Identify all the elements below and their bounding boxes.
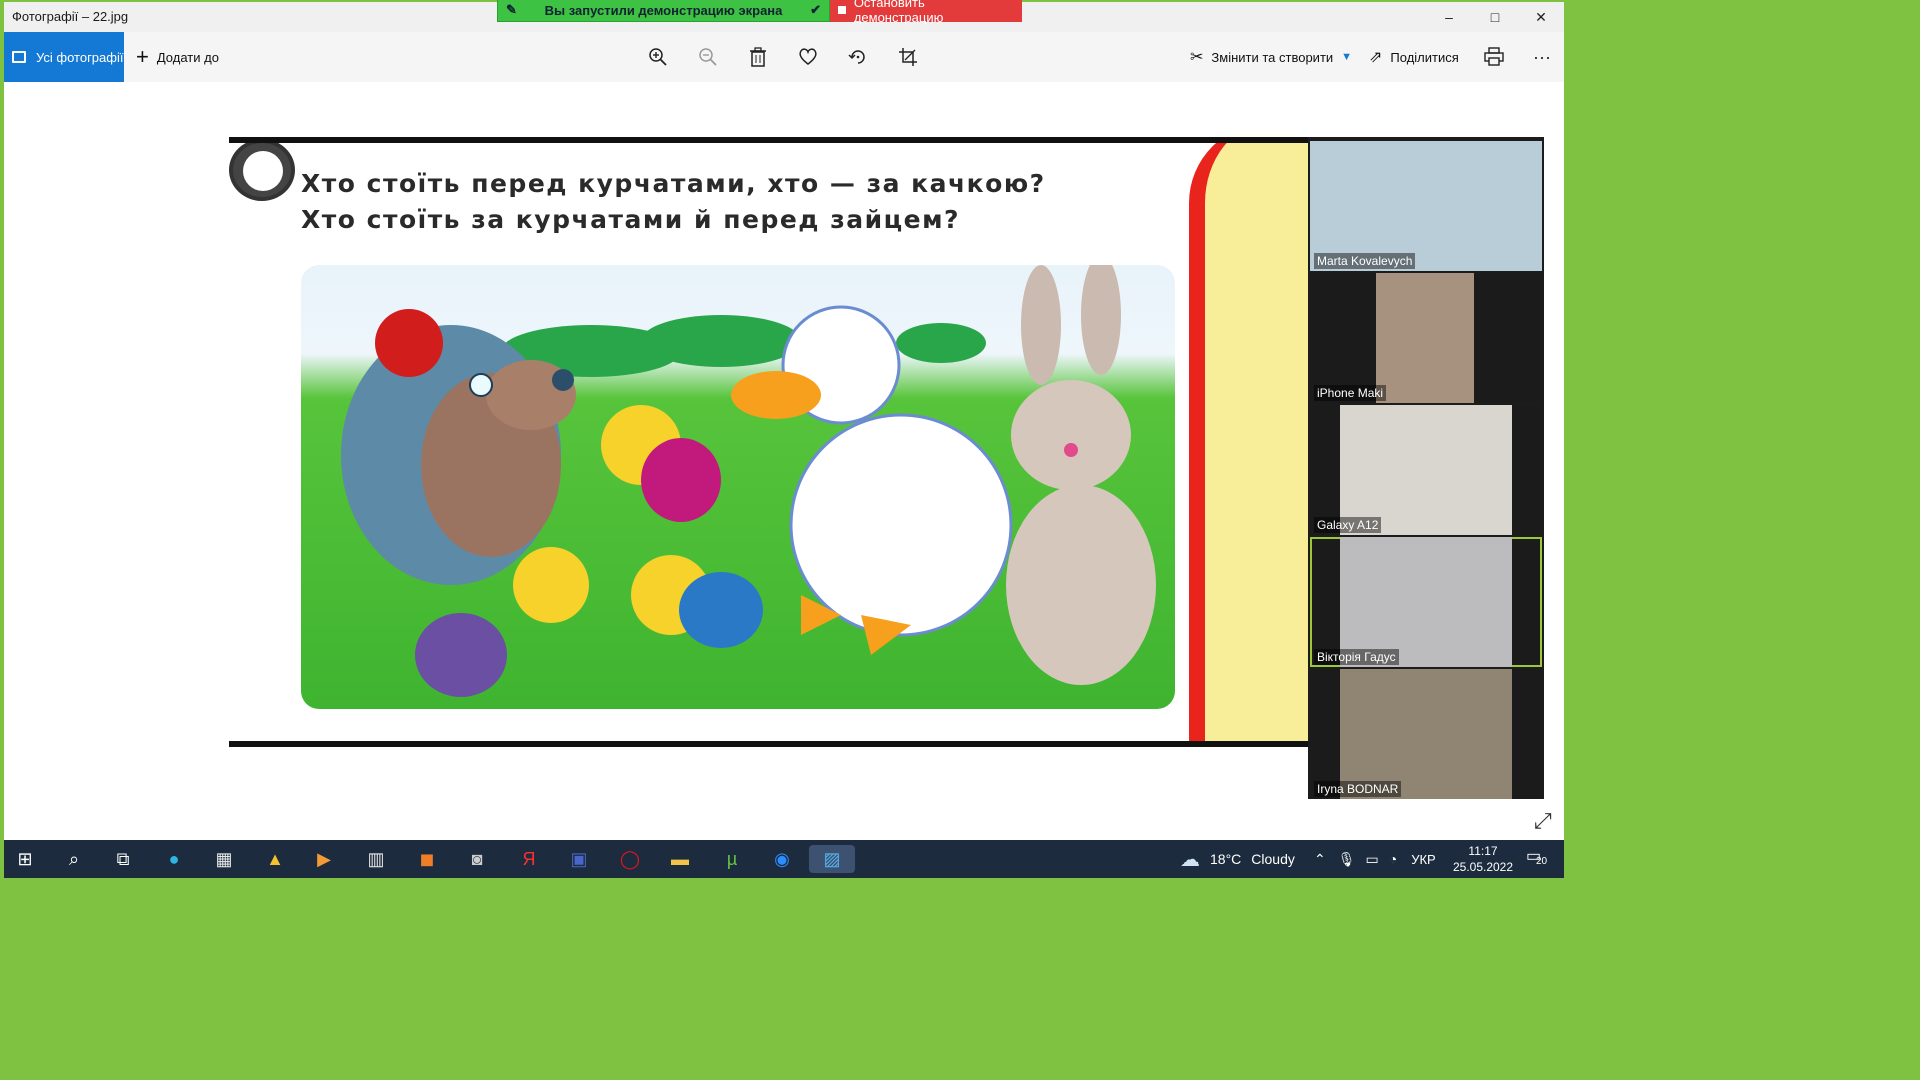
media-player-icon[interactable]: ▶ — [309, 845, 339, 873]
decorative-stripe — [1189, 143, 1309, 741]
pdf-icon[interactable]: ◼ — [412, 845, 442, 873]
screen-share-banner: ✎ Вы запустили демонстрацию экрана ✔ Ост… — [497, 0, 1022, 25]
illustration-scene — [301, 255, 1175, 709]
chevron-up-icon[interactable]: ⌃ — [1314, 851, 1326, 868]
notification-count: 20 — [1536, 856, 1548, 867]
more-options-button[interactable]: ··· — [1530, 45, 1554, 69]
minimize-button[interactable]: – — [1426, 2, 1472, 32]
participant-name: Iryna BODNAR — [1314, 781, 1402, 797]
wifi-icon[interactable]: ◔ — [1389, 851, 1397, 867]
share-status-text: Вы запустили демонстрацию экрана — [544, 2, 783, 18]
rabbit-figure — [1006, 255, 1156, 685]
participant-video — [1340, 537, 1512, 667]
edit-create-icon: ✂ — [1190, 49, 1204, 66]
participant-video — [1376, 273, 1474, 403]
video-editor-icon[interactable]: ▥ — [361, 845, 391, 873]
clock[interactable]: 11:17 25.05.2022 — [1444, 843, 1522, 875]
delete-icon[interactable] — [746, 45, 770, 69]
task-view-icon[interactable]: ⧉ — [108, 845, 138, 873]
participant-tile[interactable]: Galaxy A12 — [1310, 405, 1542, 535]
participant-video — [1310, 141, 1542, 271]
participant-name: Galaxy A12 — [1314, 517, 1382, 533]
zoom-icon[interactable]: ◉ — [767, 845, 797, 873]
photo-icon — [12, 51, 26, 63]
share-label: Поділитися — [1390, 49, 1459, 65]
clock-date: 25.05.2022 — [1452, 860, 1514, 874]
weather-widget[interactable]: ☁ 18°C Cloudy — [1180, 840, 1295, 878]
maximize-button[interactable]: □ — [1472, 2, 1518, 32]
participant-tile[interactable]: Вікторія Гадус — [1310, 537, 1542, 667]
participant-tile[interactable]: Iryna BODNAR — [1310, 669, 1542, 799]
stop-share-label: Остановить демонстрацию — [853, 0, 944, 25]
crop-icon[interactable] — [896, 45, 920, 69]
share-icon: ⇗ — [1369, 49, 1383, 66]
folder-icon[interactable]: ▬ — [665, 845, 695, 873]
utorrent-icon[interactable]: µ — [717, 845, 747, 873]
heart-icon[interactable] — [796, 45, 820, 69]
displayed-photo: Хто стоїть перед курчатами, хто — за кач… — [229, 137, 1309, 747]
weather-temp: 18°C — [1210, 851, 1242, 867]
participant-name: Вікторія Гадус — [1314, 649, 1399, 665]
save-icon[interactable]: ▣ — [564, 845, 594, 873]
zoom-out-icon[interactable] — [696, 45, 720, 69]
add-to-label: Додати до — [156, 49, 219, 65]
expand-icon[interactable]: ⤢ — [1534, 808, 1552, 834]
opera-icon[interactable]: ◯ — [615, 845, 645, 873]
plus-icon: + — [136, 44, 149, 69]
photos-app-icon[interactable]: ▨ — [809, 845, 855, 873]
stop-icon — [838, 6, 846, 14]
print-icon[interactable] — [1482, 45, 1506, 69]
add-to-button[interactable]: + Додати до — [136, 32, 219, 82]
chevron-down-icon: ▼ — [1341, 51, 1353, 63]
participant-name: iPhone Maki — [1314, 385, 1387, 401]
participant-video — [1340, 405, 1512, 535]
camera-app-icon[interactable]: ◙ — [462, 845, 492, 873]
edit-create-button[interactable]: ✂ Змінити та створити ▼ — [1190, 32, 1352, 82]
search-icon[interactable]: ⌕ — [59, 845, 89, 873]
cloud-icon: ☁ — [1180, 848, 1200, 871]
all-photos-label: Усі фотографії — [36, 49, 124, 65]
language-indicator[interactable]: УКР — [1411, 852, 1436, 867]
zoom-in-icon[interactable] — [646, 45, 670, 69]
notification-icon[interactable]: ▭ 20 — [1526, 846, 1547, 867]
participant-tile[interactable]: iPhone Maki — [1310, 273, 1542, 403]
stop-share-button[interactable]: Остановить демонстрацию — [830, 0, 1022, 25]
yandex-icon[interactable]: Я — [514, 845, 544, 873]
edit-create-label: Змінити та створити — [1211, 49, 1334, 65]
photo-toolbar: Усі фотографії + Додати до ✂ Змінити та … — [4, 32, 1564, 82]
system-tray: ⌃ 🎙 ▭ ◔ УКР — [1314, 840, 1436, 878]
shield-icon: ✔ — [810, 2, 821, 17]
clock-time: 11:17 — [1468, 844, 1498, 858]
participants-panel: Marta Kovalevych iPhone Maki Galaxy A12 … — [1308, 137, 1544, 799]
question-line-2: Хто стоїть за курчатами й перед зайцем? — [301, 205, 961, 234]
app-icon[interactable]: ▲ — [260, 845, 290, 873]
book-logo — [229, 143, 295, 201]
all-photos-button[interactable]: Усі фотографії — [4, 32, 124, 82]
weather-text: Cloudy — [1251, 851, 1295, 867]
question-line-1: Хто стоїть перед курчатами, хто — за кач… — [301, 169, 1046, 198]
share-status: ✎ Вы запустили демонстрацию экрана ✔ — [497, 0, 830, 22]
microphone-icon[interactable]: 🎙 — [1338, 851, 1356, 868]
windows-taskbar: ⊞ ⌕ ⧉ ● ▦ ▲ ▶ ▥ ◼ ◙ Я ▣ ◯ ▬ µ ◉ ▨ ☁ 18°C… — [4, 840, 1564, 878]
close-button[interactable]: ✕ — [1518, 2, 1564, 32]
share-button[interactable]: ⇗ Поділитися — [1369, 32, 1459, 82]
edge-icon[interactable]: ● — [159, 845, 189, 873]
participant-name: Marta Kovalevych — [1314, 253, 1416, 269]
battery-icon[interactable]: ▭ — [1366, 851, 1379, 868]
window-title: Фотографії – 22.jpg — [12, 9, 129, 24]
participant-tile[interactable]: Marta Kovalevych — [1310, 141, 1542, 271]
pin-icon: ✎ — [506, 2, 517, 17]
windows-start-icon[interactable]: ⊞ — [10, 845, 40, 873]
participant-video — [1340, 669, 1512, 799]
store-icon[interactable]: ▦ — [209, 845, 239, 873]
rotate-icon[interactable] — [846, 45, 870, 69]
